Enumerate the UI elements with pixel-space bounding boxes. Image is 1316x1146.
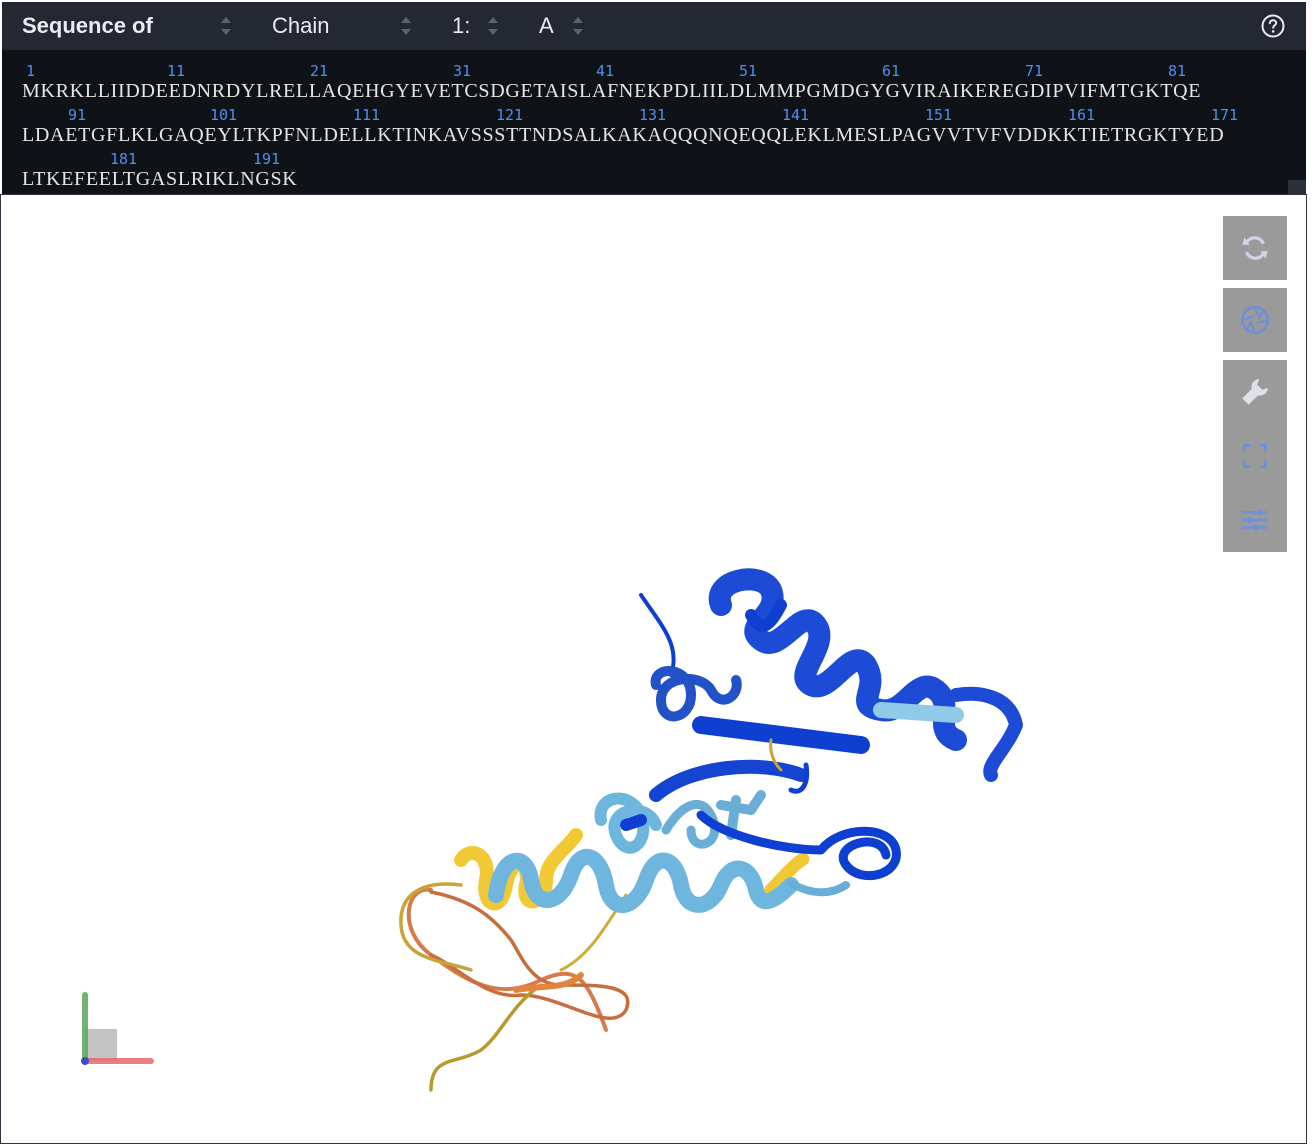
help-circle-icon[interactable] [1261,14,1285,38]
residue-number: 181 [110,150,138,168]
residue-number: 31 [453,62,472,80]
residue-number: 61 [882,62,901,80]
residue-number: 41 [596,62,615,80]
entity-select-updown-icon [401,17,411,35]
entity-select[interactable]: Chain [272,2,329,50]
camera-shutter-icon [1240,305,1270,335]
residue-number-row: 91 101 111 121 131 141 151 161 171 [22,106,1282,124]
residue-sequence-line[interactable]: LDAETGFLKLGAQEYLTKPFNLDELLKTINKAVSSSTTND… [22,124,1224,147]
screenshot-button[interactable] [1223,288,1287,352]
axes-indicator [81,992,154,1065]
residue-number-row: 181 191 [22,150,1282,168]
sequence-of-updown-icon [221,17,231,35]
sequence-of-label: Sequence of [22,13,153,38]
residue-number: 71 [1025,62,1044,80]
sequence-of-label-select[interactable]: Sequence of [22,2,153,50]
sequence-scrollbar[interactable] [1288,180,1306,194]
residue-number: 11 [167,62,186,80]
sequence-panel[interactable]: 1 11 21 31 41 51 61 71 81 MKRKLLIIDDEEDN… [2,50,1306,194]
residue-number: 191 [253,150,281,168]
wrench-icon [1242,379,1268,405]
residue-number: 91 [68,106,87,124]
residue-number: 101 [210,106,238,124]
residue-sequence-line[interactable]: MKRKLLIIDDEEDNRDYLRELLAQEHGYEVETCSDGETAI… [22,80,1201,103]
residue-number: 161 [1068,106,1096,124]
chain-select-updown-icon [573,17,583,35]
residue-number: 111 [353,106,381,124]
model-select-updown-icon [488,17,498,35]
chain-select[interactable]: A [539,2,554,50]
residue-number: 51 [739,62,758,80]
residue-number: 151 [925,106,953,124]
residue-number: 131 [639,106,667,124]
model-select[interactable]: 1: [452,2,470,50]
residue-number: 1 [26,62,36,80]
structure-viewer-canvas[interactable] [0,194,1307,1144]
sliders-icon [1242,509,1268,531]
residue-number: 81 [1168,62,1187,80]
model-select-value: 1: [452,13,471,38]
tool-group [1223,360,1287,552]
residue-number: 121 [496,106,524,124]
settings-button[interactable] [1238,360,1272,424]
reset-view-button[interactable] [1223,216,1287,280]
residue-number: 21 [310,62,329,80]
entity-select-value: Chain [272,13,330,38]
refresh-icon [1242,236,1268,260]
chain-select-value: A [539,13,554,38]
fullscreen-button[interactable] [1238,424,1272,488]
sequence-header-bar: Sequence of Chain 1: A [2,2,1306,50]
residue-number-row: 1 11 21 31 41 51 61 71 81 [22,62,1282,80]
residue-sequence-line[interactable]: LTKEFEELTGASLRIKLNGSK [22,168,297,191]
residue-number: 141 [782,106,810,124]
expand-icon [1243,444,1267,468]
controls-button[interactable] [1238,488,1272,552]
protein-cartoon-model[interactable] [1,195,1306,1143]
residue-number: 171 [1211,106,1239,124]
